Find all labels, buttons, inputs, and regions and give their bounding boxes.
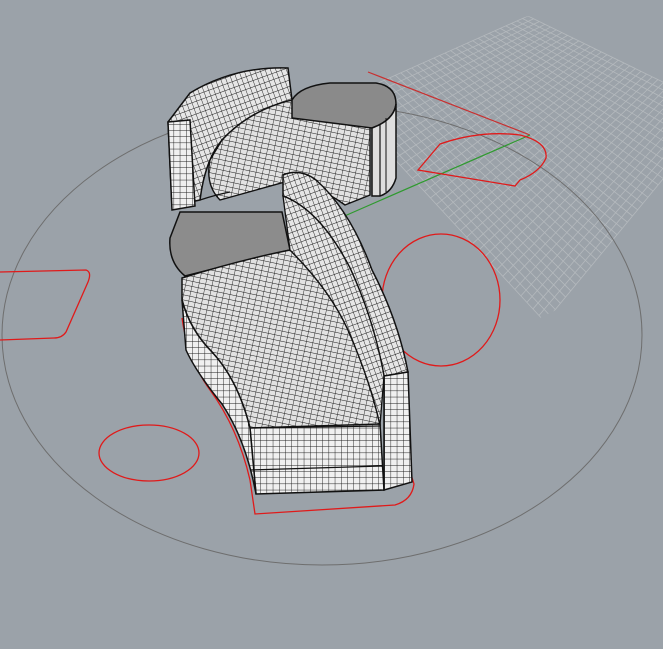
grid-line	[444, 52, 644, 204]
grid-line	[502, 90, 663, 277]
grid-line	[520, 98, 663, 297]
grid-line	[544, 109, 663, 318]
grid-line	[450, 50, 649, 198]
3d-viewport[interactable]	[0, 0, 663, 649]
